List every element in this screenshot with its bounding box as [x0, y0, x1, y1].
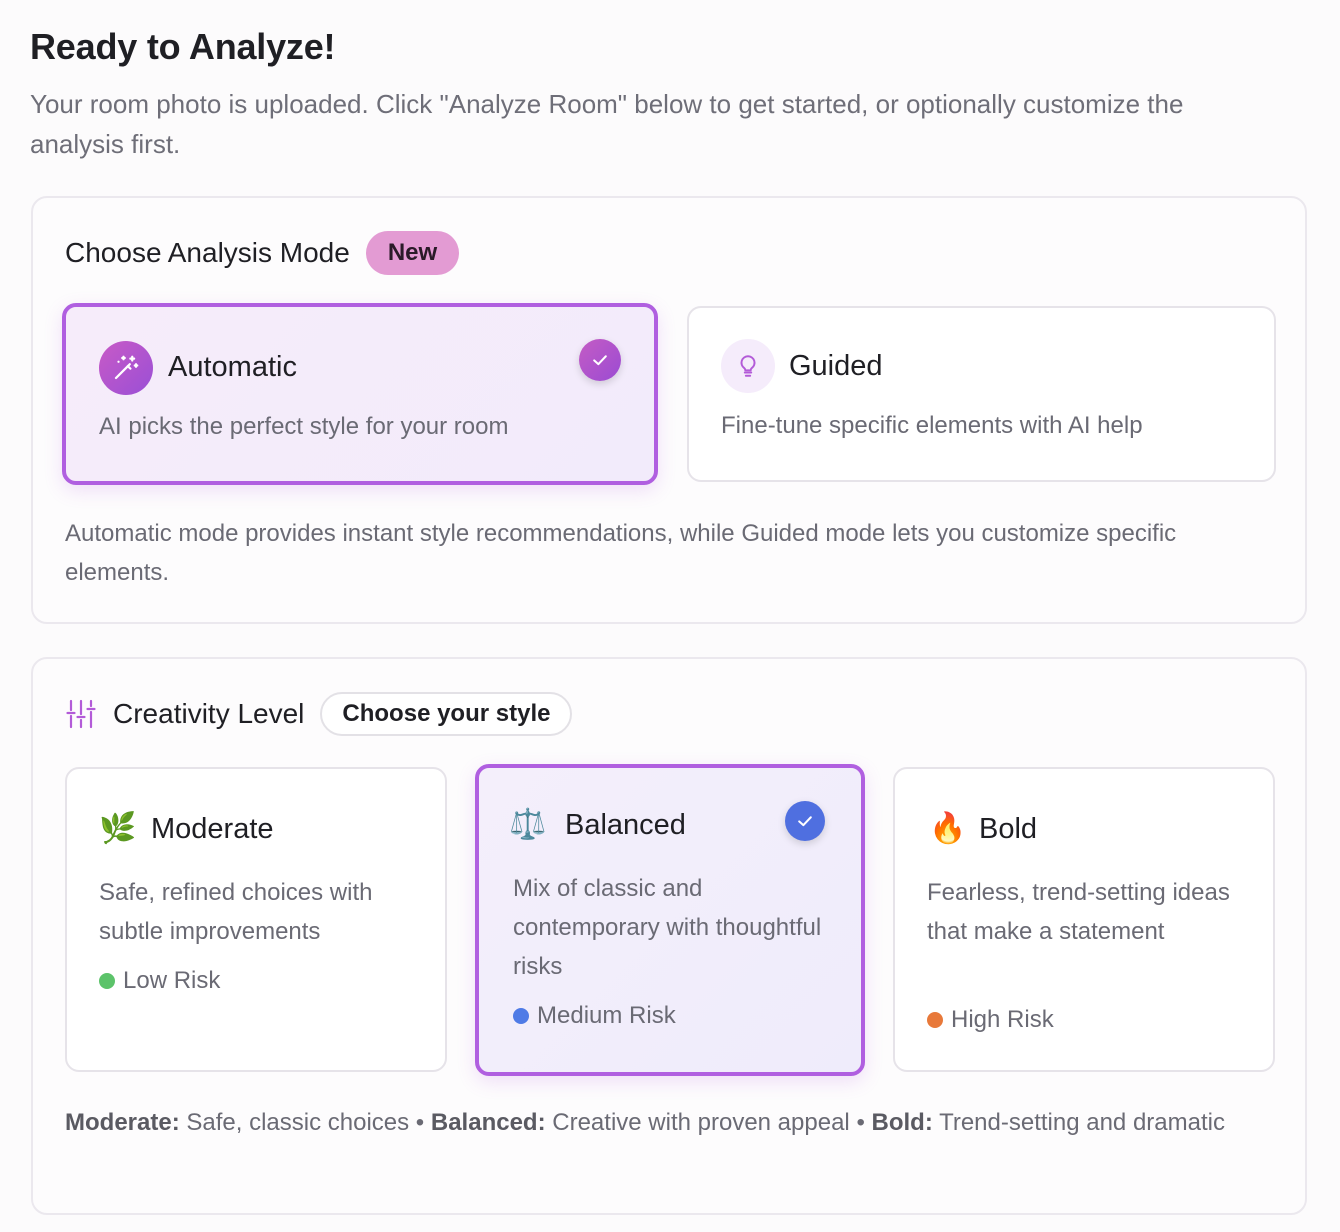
- creativity-option-label: Bold: [979, 813, 1038, 845]
- risk-indicator: Medium Risk: [513, 1002, 676, 1030]
- analysis-mode-note: Automatic mode provides instant style re…: [65, 520, 1177, 586]
- creativity-title: Creativity Level: [113, 698, 305, 729]
- page-title: Ready to Analyze!: [30, 26, 336, 67]
- creativity-option-description: Safe, refined choices with subtle improv…: [99, 879, 373, 945]
- new-badge: New: [365, 231, 460, 275]
- page-subtitle: Your room photo is uploaded. Click "Anal…: [30, 89, 1184, 159]
- creativity-note: Moderate: Safe, classic choices • Balanc…: [65, 1103, 1275, 1142]
- risk-indicator: Low Risk: [99, 967, 220, 995]
- creativity-option-label: Balanced: [565, 809, 686, 841]
- creativity-option-moderate[interactable]: 🌿 Moderate Safe, refined choices with su…: [65, 767, 447, 1072]
- creativity-option-description: Fearless, trend-setting ideas that make …: [927, 879, 1230, 945]
- note-separator: •: [856, 1109, 865, 1136]
- risk-dot: [513, 1008, 529, 1024]
- choose-style-badge: Choose your style: [320, 692, 573, 736]
- check-icon: [785, 801, 825, 841]
- risk-dot: [99, 973, 115, 989]
- lightbulb-icon: [721, 339, 775, 393]
- check-icon: [579, 339, 621, 381]
- note-moderate-text: Safe, classic choices: [186, 1109, 410, 1136]
- creativity-level-panel: Creativity Level Choose your style 🌿 Mod…: [31, 657, 1307, 1215]
- creativity-option-description: Mix of classic and contemporary with tho…: [513, 875, 822, 980]
- risk-label: High Risk: [951, 1006, 1054, 1033]
- sliders-icon: [66, 699, 96, 729]
- note-bold-label: Bold:: [871, 1109, 933, 1136]
- analysis-mode-panel: Choose Analysis Mode New Automatic AI pi…: [31, 196, 1307, 624]
- analysis-mode-title: Choose Analysis Mode: [65, 237, 350, 268]
- scales-icon: ⚖️: [509, 808, 547, 841]
- note-bold-text: Trend-setting and dramatic: [939, 1109, 1225, 1136]
- note-balanced-label: Balanced:: [430, 1109, 546, 1136]
- note-balanced-text: Creative with proven appeal: [552, 1109, 850, 1136]
- creativity-option-balanced[interactable]: ⚖️ Balanced Mix of classic and contempor…: [475, 764, 865, 1076]
- mode-option-label: Automatic: [168, 351, 297, 383]
- mode-option-automatic[interactable]: Automatic AI picks the perfect style for…: [62, 303, 658, 485]
- creativity-header: Creativity Level Choose your style: [65, 691, 573, 737]
- creativity-option-bold[interactable]: 🔥 Bold Fearless, trend-setting ideas tha…: [893, 767, 1275, 1072]
- risk-label: Low Risk: [123, 967, 221, 994]
- mode-option-label: Guided: [789, 350, 883, 382]
- fire-icon: 🔥: [929, 812, 967, 845]
- leaf-icon: 🌿: [99, 812, 137, 845]
- risk-indicator: High Risk: [927, 1006, 1054, 1034]
- note-separator: •: [415, 1109, 425, 1136]
- note-moderate-label: Moderate:: [65, 1109, 180, 1136]
- mode-option-description: Fine-tune specific elements with AI help: [721, 412, 1143, 439]
- creativity-option-label: Moderate: [151, 813, 274, 845]
- mode-option-description: AI picks the perfect style for your room: [99, 413, 509, 440]
- page: Ready to Analyze! Your room photo is upl…: [0, 0, 1340, 1232]
- risk-dot: [927, 1012, 943, 1028]
- risk-label: Medium Risk: [537, 1002, 676, 1029]
- analysis-mode-header: Choose Analysis Mode New: [65, 230, 460, 276]
- mode-option-guided[interactable]: Guided Fine-tune specific elements with …: [687, 306, 1276, 482]
- magic-wand-icon: [99, 341, 153, 395]
